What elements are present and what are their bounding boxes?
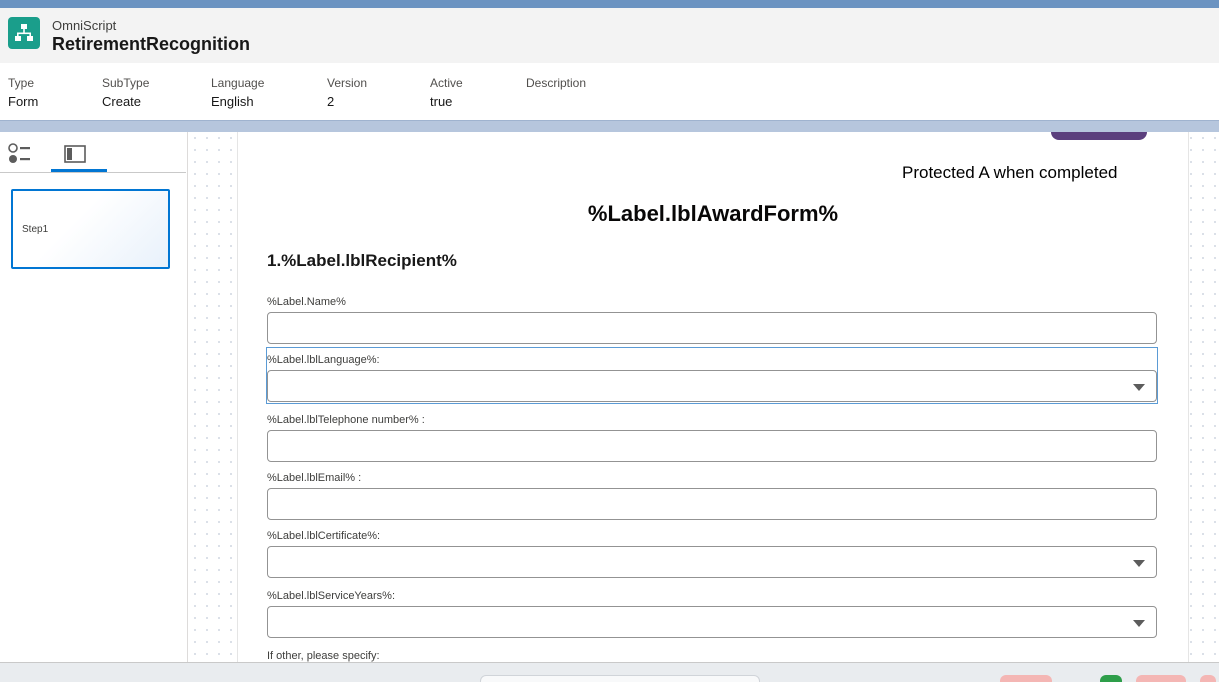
language-label: %Label.lblLanguage%: (267, 354, 380, 366)
meta-value: 2 (327, 94, 335, 109)
chevron-down-icon (1133, 620, 1145, 627)
service-years-select[interactable] (267, 606, 1157, 638)
meta-active: Active true (430, 76, 463, 111)
name-input[interactable] (267, 312, 1157, 344)
step-card[interactable]: Step1 (11, 189, 170, 269)
divider-band (0, 120, 1219, 132)
list-view-icon[interactable] (4, 140, 34, 168)
layout-panel-icon[interactable] (60, 140, 90, 168)
app-kicker: OmniScript (52, 18, 117, 33)
certificate-select[interactable] (267, 546, 1157, 578)
email-input[interactable] (267, 488, 1157, 520)
page-title: RetirementRecognition (52, 34, 251, 54)
bottom-bar (0, 662, 1219, 682)
bottom-bar-segment (480, 675, 760, 682)
meta-label: Type (8, 76, 35, 90)
meta-subtype: SubType Create (102, 76, 149, 111)
meta-label: Language (211, 76, 265, 90)
meta-version: Version 2 (327, 76, 367, 111)
meta-label: SubType (102, 76, 150, 90)
meta-value: Create (102, 94, 142, 109)
panel-tabs (0, 132, 186, 173)
bottom-bar-segment (1000, 675, 1052, 682)
chevron-down-icon (1133, 384, 1145, 391)
telephone-label: %Label.lblTelephone number% : (267, 414, 425, 426)
top-band (0, 0, 1219, 8)
language-select[interactable] (267, 370, 1157, 402)
chevron-down-icon (1133, 560, 1145, 567)
protected-note: Protected A when completed (902, 163, 1118, 182)
meta-value: English (211, 94, 254, 109)
telephone-input[interactable] (267, 430, 1157, 462)
other-specify-label: If other, please specify: (267, 650, 380, 662)
certificate-label: %Label.lblCertificate%: (267, 530, 381, 542)
section-title: 1.%Label.lblRecipient% (267, 251, 457, 270)
meta-description: Description (526, 76, 586, 93)
form-canvas: Protected A when completed %Label.lblAwa… (189, 132, 1219, 662)
left-panel: Step1 (0, 132, 188, 662)
meta-label: Description (526, 76, 587, 90)
meta-label: Version (327, 76, 368, 90)
meta-label: Active (430, 76, 463, 90)
service-years-label: %Label.lblServiceYears%: (267, 590, 395, 602)
metadata-bar: Type Form SubType Create Language Englis… (0, 63, 1219, 120)
step-label: Step1 (22, 224, 49, 235)
meta-language: Language English (211, 76, 264, 111)
hierarchy-icon (8, 17, 40, 49)
form-title: %Label.lblAwardForm% (587, 201, 839, 226)
meta-type: Type Form (8, 76, 38, 111)
active-tab-indicator (51, 169, 107, 172)
app-header: OmniScript RetirementRecognition (0, 8, 1219, 63)
email-label: %Label.lblEmail% : (267, 472, 362, 484)
bottom-bar-segment (1100, 675, 1122, 682)
name-label: %Label.Name% (267, 296, 346, 308)
meta-value: true (430, 94, 453, 109)
logo-fragment (1051, 132, 1147, 140)
form-sheet: Protected A when completed %Label.lblAwa… (237, 132, 1189, 662)
meta-value: Form (8, 94, 39, 109)
bottom-bar-segment (1200, 675, 1216, 682)
bottom-bar-segment (1136, 675, 1186, 682)
